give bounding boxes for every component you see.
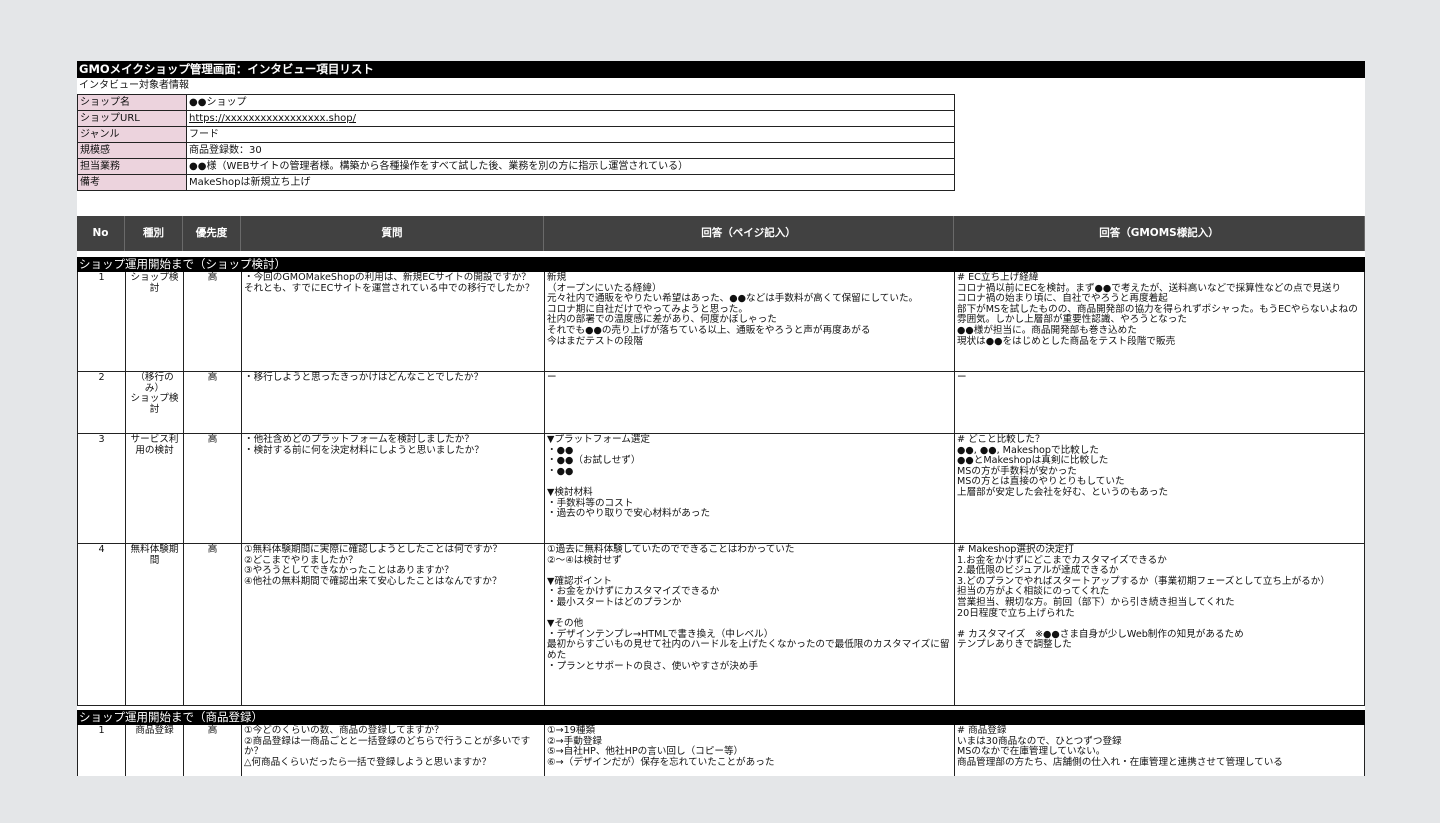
cell-no: 1 xyxy=(77,725,125,776)
cell-answer-gmo: ー xyxy=(954,372,1365,433)
cell-no: 1 xyxy=(77,272,125,371)
table-row: 1 商品登録 高 ①今どのくらいの数、商品の登録してますか？ ②商品登録は一商品… xyxy=(77,725,1365,776)
cell-answer-page: 新規 （オープンにいたる経緯） 元々社内で通販をやりたい希望はあった、●●などは… xyxy=(544,272,954,371)
cell-type: （移行のみ） ショップ検討 xyxy=(125,372,183,433)
cell-type: サービス利用の検討 xyxy=(125,434,183,543)
header-type: 種別 xyxy=(125,216,183,251)
cell-no: 3 xyxy=(77,434,125,543)
info-key: 担当業務 xyxy=(77,158,187,175)
cell-question: ・他社含めどのプラットフォームを検討しましたか？ ・検討する前に何を決定材料にし… xyxy=(241,434,544,543)
header-question: 質問 xyxy=(241,216,544,251)
info-key: ショップURL xyxy=(77,110,187,127)
table-row: 1 ショップ検討 高 ・今回のGMOMakeShopの利用は、新規ECサイトの開… xyxy=(77,272,1365,372)
subject-info-label: インタビュー対象者情報 xyxy=(79,80,189,91)
section-header: ショップ運用開始まで（商品登録） xyxy=(77,710,1365,725)
cell-type: ショップ検討 xyxy=(125,272,183,371)
header-priority: 優先度 xyxy=(183,216,241,251)
cell-question: ①今どのくらいの数、商品の登録してますか？ ②商品登録は一商品ごとと一括登録のど… xyxy=(241,725,544,776)
table-row: 3 サービス利用の検討 高 ・他社含めどのプラットフォームを検討しましたか？ ・… xyxy=(77,434,1365,544)
cell-answer-gmo: # EC立ち上げ経緯 コロナ禍以前にECを検討。まず●●で考えたが、送料高いなど… xyxy=(954,272,1365,371)
cell-question: ①無料体験期間に実際に確認しようとしたことは何ですか？ ②どこまでやりましたか？… xyxy=(241,544,544,705)
table-row: 2 （移行のみ） ショップ検討 高 ・移行しようと思ったきっかけはどんなことでし… xyxy=(77,372,1365,434)
cell-question: ・今回のGMOMakeShopの利用は、新規ECサイトの開設ですか？ それとも、… xyxy=(241,272,544,371)
spreadsheet: GMOメイクショップ管理画面：インタビュー項目リスト インタビュー対象者情報 シ… xyxy=(77,61,1365,776)
cell-answer-gmo: # どこと比較した？ ●●, ●●, Makeshopで比較した ●●とMake… xyxy=(954,434,1365,543)
cell-question: ・移行しようと思ったきっかけはどんなことでしたか？ xyxy=(241,372,544,433)
info-key: ジャンル xyxy=(77,126,187,143)
cell-answer-page: ①→19種類 ②→手動登録 ⑤→自社HP、他社HPの言い回し（コピー等） ⑥→（… xyxy=(544,725,954,776)
info-row: ジャンル フード xyxy=(77,126,955,143)
cell-type: 商品登録 xyxy=(125,725,183,776)
header-answer-page: 回答（ペイジ記入） xyxy=(544,216,954,251)
info-row: ショップURL https://xxxxxxxxxxxxxxxxx.shop/ xyxy=(77,110,955,127)
info-value: https://xxxxxxxxxxxxxxxxx.shop/ xyxy=(186,110,955,127)
shop-url-link[interactable]: https://xxxxxxxxxxxxxxxxx.shop/ xyxy=(189,113,356,124)
cell-answer-gmo: # 商品登録 いまは30商品なので、ひとつずつ登録 MSのなかで在庫管理していな… xyxy=(954,725,1365,776)
cell-answer-page: ▼プラットフォーム選定 ・●● ・●●（お試しせず） ・●● ▼検討材料 ・手数… xyxy=(544,434,954,543)
info-value: MakeShopは新規立ち上げ xyxy=(186,174,955,191)
cell-answer-gmo: # Makeshop選択の決定打 1.お金をかけずにどこまでカスタマイズできるか… xyxy=(954,544,1365,705)
info-row: 規模感 商品登録数：30 xyxy=(77,142,955,159)
table-header: No 種別 優先度 質問 回答（ペイジ記入） 回答（GMOMS様記入） xyxy=(77,216,1365,251)
cell-priority: 高 xyxy=(183,272,241,371)
cell-answer-page: ー xyxy=(544,372,954,433)
header-answer-gmo: 回答（GMOMS様記入） xyxy=(954,216,1365,251)
cell-priority: 高 xyxy=(183,372,241,433)
info-row: 備考 MakeShopは新規立ち上げ xyxy=(77,174,955,191)
cell-type: 無料体験期間 xyxy=(125,544,183,705)
info-key: ショップ名 xyxy=(77,94,187,111)
cell-priority: 高 xyxy=(183,725,241,776)
sheet-title: GMOメイクショップ管理画面：インタビュー項目リスト xyxy=(77,61,1365,78)
cell-answer-page: ①過去に無料体験していたのでできることはわかっていた ②～④は検討せず ▼確認ポ… xyxy=(544,544,954,705)
info-key: 規模感 xyxy=(77,142,187,159)
info-row: 担当業務 ●●様（WEBサイトの管理者様。構築から各種操作をすべて試した後、業務… xyxy=(77,158,955,175)
cell-no: 4 xyxy=(77,544,125,705)
section-header: ショップ運用開始まで（ショップ検討） xyxy=(77,257,1365,272)
info-row: ショップ名 ●●ショップ xyxy=(77,94,955,111)
info-key: 備考 xyxy=(77,174,187,191)
info-value: 商品登録数：30 xyxy=(186,142,955,159)
cell-priority: 高 xyxy=(183,544,241,705)
info-value: ●●ショップ xyxy=(186,94,955,111)
info-value: フード xyxy=(186,126,955,143)
subject-info-table: ショップ名 ●●ショップ ショップURL https://xxxxxxxxxxx… xyxy=(77,94,955,191)
info-value: ●●様（WEBサイトの管理者様。構築から各種操作をすべて試した後、業務を別の方に… xyxy=(186,158,955,175)
header-no: No xyxy=(77,216,125,251)
cell-priority: 高 xyxy=(183,434,241,543)
cell-no: 2 xyxy=(77,372,125,433)
table-row: 4 無料体験期間 高 ①無料体験期間に実際に確認しようとしたことは何ですか？ ②… xyxy=(77,544,1365,706)
